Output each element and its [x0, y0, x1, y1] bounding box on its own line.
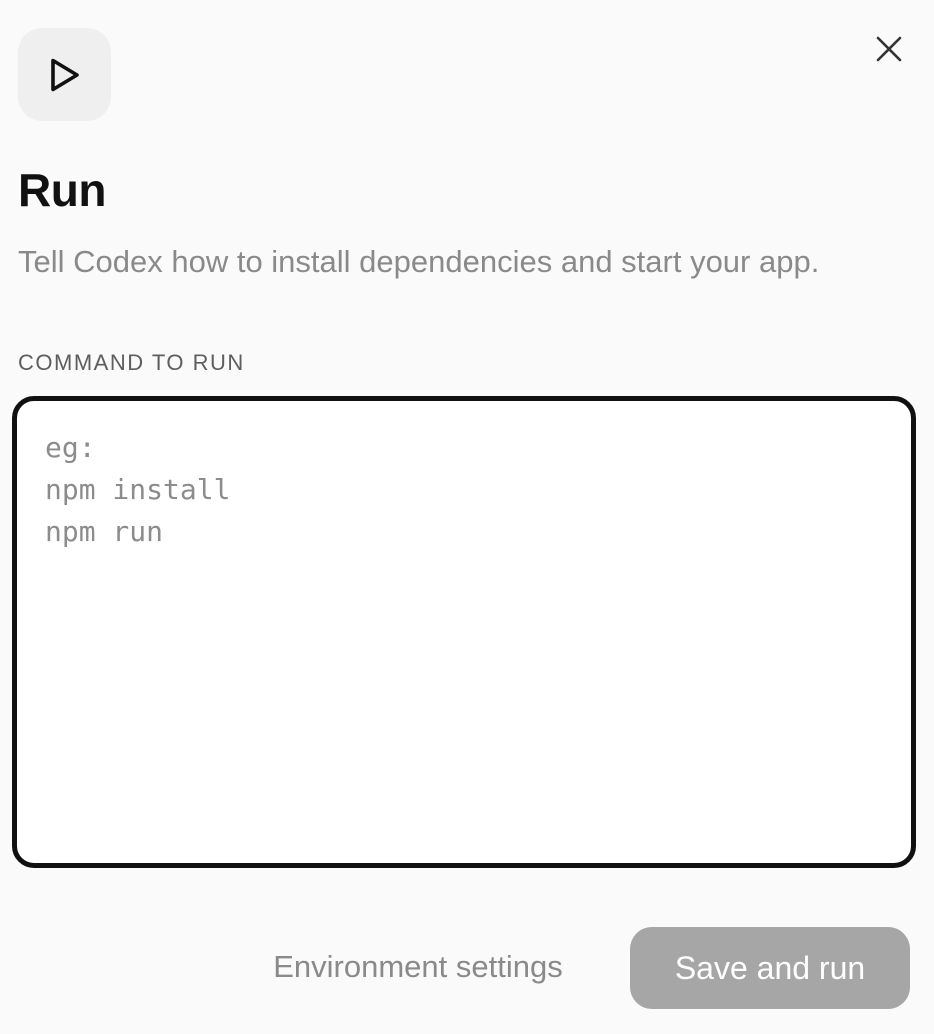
page-subtitle: Tell Codex how to install dependencies a… [18, 244, 820, 279]
run-dialog: Run Tell Codex how to install dependenci… [0, 0, 934, 1034]
play-icon [50, 58, 79, 91]
close-icon [876, 36, 902, 62]
save-and-run-button[interactable]: Save and run [630, 927, 910, 1009]
placeholder-line: npm install [45, 473, 231, 506]
page-title: Run [18, 164, 106, 216]
run-icon-tile [18, 28, 111, 121]
environment-settings-button[interactable]: Environment settings [240, 934, 596, 1000]
placeholder-line: npm run [45, 515, 164, 548]
command-textarea[interactable]: eg: npm install npm run [12, 396, 916, 868]
close-button[interactable] [864, 24, 914, 74]
placeholder-line: eg: [45, 431, 96, 464]
command-label: COMMAND TO RUN [18, 350, 245, 375]
